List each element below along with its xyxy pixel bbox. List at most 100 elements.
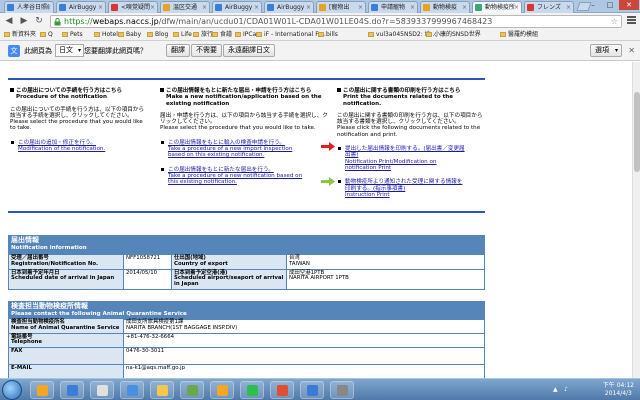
clock-time: 下午 04:12 [602, 382, 634, 389]
tab-5[interactable]: AirBuggy × [264, 1, 314, 13]
bookmark-item[interactable]: Baby [118, 29, 141, 40]
tab-7[interactable]: 申請寵物 × [368, 1, 418, 13]
tab-4[interactable]: AirBuggy × [212, 1, 262, 13]
app-icon [127, 385, 138, 396]
translate-button[interactable]: 翻譯 [166, 44, 190, 57]
taskbar-app-3[interactable] [120, 381, 144, 399]
taskbar: ▲ ♪ 下午 04:12 2014/4/3 [0, 378, 640, 400]
tab-0[interactable]: 人孝谷日照(× [4, 1, 54, 13]
bookmark-label: Life [181, 31, 192, 38]
tab-title: 申請寵物 [381, 4, 406, 11]
scrollbar-thumb[interactable] [634, 92, 640, 172]
tab-close-icon[interactable]: × [566, 2, 571, 13]
tab-close-icon[interactable]: × [306, 2, 311, 13]
page-scrollbar[interactable] [632, 62, 640, 378]
quarantine-table: 検査担当動物検疫所名 Name of Animal Quarantine Serv… [8, 318, 485, 378]
tab-1[interactable]: AirBuggy × [56, 1, 106, 13]
bookmark-item[interactable]: Hotel [94, 29, 118, 40]
taskbar-app-5[interactable] [180, 381, 204, 399]
bookmark-item[interactable]: 旅行 [193, 29, 213, 40]
modify-link[interactable]: この届出の追加・修正を行う。 Modification of the notif… [10, 140, 148, 153]
notification-print-link[interactable]: 提出した届出情報を印刷する。(届出書／変更届出書) Notification P… [337, 146, 467, 171]
tab-close-icon[interactable]: × [150, 2, 155, 13]
tab-close-icon[interactable]: × [514, 2, 519, 13]
translate-prefix: 此網頁為 [24, 47, 52, 55]
arrival-date: 2014/05/10 [123, 268, 172, 290]
bookmark-item[interactable]: 醫羅約模組 [500, 29, 538, 40]
tab-close-icon[interactable]: × [358, 2, 363, 13]
tab-6[interactable]: [寵物出 × [316, 1, 366, 13]
tab-favicon-icon [111, 4, 118, 11]
tab-title: 動物検疫所 [485, 4, 516, 11]
tab-strip: – □ ✕ 人孝谷日照(× AirBuggy × <嗅覚疑問 × 温区交通 × AirBugg… [0, 0, 640, 13]
always-translate-button[interactable]: 永遠翻譯日文 [223, 44, 275, 57]
language-select[interactable]: 日文 [55, 44, 84, 57]
taskbar-app-4[interactable] [150, 381, 174, 399]
no-translate-button[interactable]: 不需要 [191, 44, 222, 57]
back-icon[interactable]: ◀ [3, 15, 15, 27]
taskbar-app-0[interactable] [30, 381, 54, 399]
browser-toolbar: ◀ ▶ ↻ https://webaps.naccs.jp/dfw/main/a… [0, 13, 640, 29]
taskbar-app-8[interactable] [270, 381, 294, 399]
tray-network-icon[interactable]: ▲ [553, 386, 560, 393]
folder-icon [40, 32, 46, 37]
tab-close-icon[interactable]: × [254, 2, 259, 13]
tab-title: フレンズ [537, 4, 561, 11]
maximize-button[interactable]: □ [602, 0, 618, 10]
tab-favicon-icon [371, 4, 378, 11]
close-window-button[interactable]: ✕ [619, 0, 639, 10]
bookmark-item[interactable]: Life [173, 29, 192, 40]
reload-icon[interactable]: ↻ [33, 15, 45, 27]
app-icon [37, 385, 48, 396]
fax-value: 0476-30-3011 [123, 347, 485, 366]
taskbar-app-7[interactable] [240, 381, 264, 399]
tab-close-icon[interactable]: × [98, 2, 103, 13]
tab-close-icon[interactable]: × [410, 2, 415, 13]
taskbar-app-10[interactable] [330, 381, 354, 399]
tab-10[interactable]: フレンズ × [524, 1, 574, 13]
print-column: この届出に関する書類の印刷を行う方はこちら Print the document… [337, 88, 485, 198]
green-arrow-icon [321, 177, 335, 186]
tab-favicon-icon [163, 4, 170, 11]
procedure-desc-jp: この届出についての手続を行う方は、以下の項目から該当する手続を選択し、クリックし… [10, 106, 145, 119]
bookmark-item[interactable]: 新資料夾 [4, 29, 36, 40]
start-button[interactable] [2, 380, 22, 400]
notification-title-jp: 届出情報 [11, 236, 39, 244]
menu-icon[interactable] [627, 16, 636, 25]
close-icon[interactable]: ✕ [628, 46, 635, 56]
instruction-print-link[interactable]: 動物検疫所より通知された受理に関する情報を印刷する。(指示事項書) Instru… [337, 179, 467, 198]
address-bar[interactable]: https://webaps.naccs.jp/dfw/main/an/ucdu… [50, 15, 622, 28]
forward-icon[interactable]: ▶ [18, 15, 30, 27]
tab-8[interactable]: 動物検疫 × [420, 1, 470, 13]
tab-close-icon[interactable]: × [202, 2, 207, 13]
tab-close-icon[interactable]: × [46, 2, 51, 13]
taskbar-app-9[interactable] [300, 381, 324, 399]
bookmark-item[interactable]: Blog [147, 29, 168, 40]
taskbar-app-1[interactable] [60, 381, 84, 399]
folder-icon [118, 32, 124, 37]
clock[interactable]: 下午 04:12 2014/4/3 [603, 382, 634, 398]
tab-close-icon[interactable]: × [462, 2, 467, 13]
taskbar-app-2[interactable] [90, 381, 114, 399]
tab-2[interactable]: <嗅覚疑問 × [108, 1, 158, 13]
bookmark-item[interactable]: Pets [62, 29, 83, 40]
tab-9[interactable]: 動物検疫所 × [472, 1, 522, 13]
bookmark-item[interactable]: Q [40, 29, 53, 40]
bookmark-item[interactable]: 小康的SNSD世界 [426, 29, 481, 40]
print-desc-jp: この届出に関する書類の印刷を行う方は、以下の項目から該当する書類を選択し、クリッ… [337, 112, 483, 126]
bookmark-item[interactable]: bills [318, 29, 338, 40]
folder-icon [426, 32, 432, 37]
folder-icon [147, 32, 153, 37]
new-notification-desc-en: Please select the procedure that you wou… [160, 125, 316, 132]
tray-volume-icon[interactable]: ♪ [564, 386, 571, 393]
bookmark-item[interactable]: 食譜 [212, 29, 232, 40]
folder-icon [256, 32, 262, 37]
tab-3[interactable]: 温区交通 × [160, 1, 210, 13]
import-inspection-link[interactable]: この届出情報をもとに輸入の検査申請を行う。 Take a procedure o… [160, 140, 310, 159]
new-notification-link[interactable]: この届出情報をもとに新たな届出を行う。 Take a procedure of … [160, 167, 310, 186]
taskbar-app-6[interactable] [210, 381, 234, 399]
bookmark-star-icon[interactable]: ☆ [611, 16, 618, 27]
country-of-export: 台湾 TAIWAN [286, 254, 485, 270]
translate-options-button[interactable]: 選項 [590, 44, 622, 57]
app-icon [187, 385, 198, 396]
